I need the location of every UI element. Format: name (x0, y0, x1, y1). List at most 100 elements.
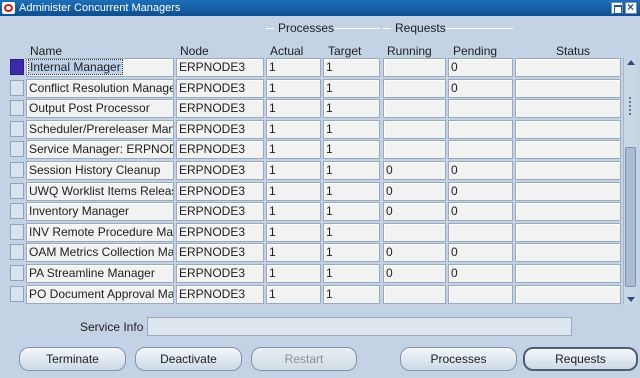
target-cell[interactable]: 1 (323, 78, 380, 98)
node-cell[interactable]: ERPNODE3 (176, 222, 264, 242)
record-selector[interactable] (10, 265, 24, 281)
running-cell[interactable] (383, 222, 446, 242)
actual-cell[interactable]: 1 (266, 222, 321, 242)
actual-cell[interactable]: 1 (266, 264, 321, 283)
record-selector[interactable] (10, 79, 24, 96)
scroll-up-icon[interactable] (627, 60, 635, 65)
status-cell[interactable] (515, 140, 621, 160)
node-cell[interactable]: ERPNODE3 (176, 284, 264, 304)
node-cell[interactable]: ERPNODE3 (176, 202, 264, 222)
record-selector[interactable] (10, 162, 24, 178)
record-selector[interactable] (10, 100, 24, 117)
status-cell[interactable] (515, 243, 621, 263)
name-cell[interactable]: Conflict Resolution Manager (26, 78, 174, 98)
record-selector[interactable] (10, 285, 24, 302)
table-row[interactable]: INV Remote Procedure Mana ERPNODE3 1 1 (0, 222, 621, 242)
name-cell[interactable]: Inventory Manager (26, 202, 174, 222)
name-cell[interactable]: OAM Metrics Collection Man (26, 243, 174, 263)
target-cell[interactable]: 1 (323, 119, 380, 139)
service-info-field[interactable] (147, 317, 572, 336)
running-cell[interactable] (383, 99, 446, 119)
target-cell[interactable]: 1 (323, 264, 380, 283)
name-cell[interactable]: Internal Manager (26, 58, 174, 77)
name-cell[interactable]: PA Streamline Manager (26, 264, 174, 283)
status-cell[interactable] (515, 78, 621, 98)
running-cell[interactable]: 0 (383, 181, 446, 201)
name-cell[interactable]: Service Manager: ERPNODE (26, 140, 174, 160)
running-cell[interactable] (383, 284, 446, 304)
close-icon[interactable] (625, 0, 637, 14)
name-cell[interactable]: Session History Cleanup (26, 161, 174, 180)
actual-cell[interactable]: 1 (266, 161, 321, 180)
pending-cell[interactable] (448, 284, 513, 304)
table-row[interactable]: OAM Metrics Collection Man ERPNODE3 1 1 0 0 (0, 242, 621, 263)
table-row[interactable]: Session History Cleanup ERPNODE3 1 1 0 0 (0, 160, 621, 180)
target-cell[interactable]: 1 (323, 161, 380, 180)
processes-button[interactable]: Processes (400, 347, 517, 371)
name-cell[interactable]: PO Document Approval Mana (26, 284, 174, 304)
running-cell[interactable] (383, 58, 446, 77)
pending-cell[interactable]: 0 (448, 243, 513, 263)
status-cell[interactable] (515, 284, 621, 304)
node-cell[interactable]: ERPNODE3 (176, 58, 264, 77)
table-scrollbar[interactable] (623, 57, 636, 305)
node-cell[interactable]: ERPNODE3 (176, 140, 264, 160)
target-cell[interactable]: 1 (323, 284, 380, 304)
status-cell[interactable] (515, 264, 621, 283)
target-cell[interactable]: 1 (323, 99, 380, 119)
status-cell[interactable] (515, 99, 621, 119)
name-cell[interactable]: Output Post Processor (26, 99, 174, 119)
record-selector[interactable] (10, 120, 24, 137)
running-cell[interactable] (383, 78, 446, 98)
status-cell[interactable] (515, 161, 621, 180)
table-row[interactable]: Inventory Manager ERPNODE3 1 1 0 0 (0, 201, 621, 222)
status-cell[interactable] (515, 181, 621, 201)
actual-cell[interactable]: 1 (266, 284, 321, 304)
node-cell[interactable]: ERPNODE3 (176, 264, 264, 283)
requests-button[interactable]: Requests (523, 347, 638, 371)
running-cell[interactable] (383, 140, 446, 160)
status-cell[interactable] (515, 58, 621, 77)
node-cell[interactable]: ERPNODE3 (176, 181, 264, 201)
record-selector[interactable] (10, 203, 24, 220)
actual-cell[interactable]: 1 (266, 99, 321, 119)
table-row[interactable]: PO Document Approval Mana ERPNODE3 1 1 (0, 284, 621, 304)
target-cell[interactable]: 1 (323, 58, 380, 77)
table-row[interactable]: UWQ Worklist Items Release ERPNODE3 1 1 0 0 (0, 181, 621, 201)
running-cell[interactable]: 0 (383, 243, 446, 263)
pending-cell[interactable]: 0 (448, 181, 513, 201)
node-cell[interactable]: ERPNODE3 (176, 78, 264, 98)
scroll-down-icon[interactable] (627, 297, 635, 302)
node-cell[interactable]: ERPNODE3 (176, 161, 264, 180)
actual-cell[interactable]: 1 (266, 58, 321, 77)
pending-cell[interactable] (448, 140, 513, 160)
actual-cell[interactable]: 1 (266, 78, 321, 98)
target-cell[interactable]: 1 (323, 202, 380, 222)
record-selector[interactable] (10, 223, 24, 240)
status-cell[interactable] (515, 119, 621, 139)
table-row[interactable]: Service Manager: ERPNODE ERPNODE3 1 1 (0, 139, 621, 160)
actual-cell[interactable]: 1 (266, 119, 321, 139)
terminate-button[interactable]: Terminate (19, 347, 126, 371)
pending-cell[interactable]: 0 (448, 202, 513, 222)
table-row[interactable]: Internal Manager ERPNODE3 1 1 0 (0, 57, 621, 77)
target-cell[interactable]: 1 (323, 222, 380, 242)
node-cell[interactable]: ERPNODE3 (176, 99, 264, 119)
running-cell[interactable] (383, 119, 446, 139)
actual-cell[interactable]: 1 (266, 140, 321, 160)
actual-cell[interactable]: 1 (266, 243, 321, 263)
status-cell[interactable] (515, 202, 621, 222)
table-row[interactable]: Conflict Resolution Manager ERPNODE3 1 1 0 (0, 78, 621, 98)
node-cell[interactable]: ERPNODE3 (176, 243, 264, 263)
actual-cell[interactable]: 1 (266, 202, 321, 222)
node-cell[interactable]: ERPNODE3 (176, 119, 264, 139)
record-selector[interactable] (10, 141, 24, 158)
pending-cell[interactable]: 0 (448, 78, 513, 98)
status-cell[interactable] (515, 222, 621, 242)
maximize-icon[interactable] (611, 2, 623, 14)
record-selector[interactable] (10, 244, 24, 261)
pending-cell[interactable] (448, 222, 513, 242)
running-cell[interactable]: 0 (383, 264, 446, 283)
name-cell[interactable]: Scheduler/Prereleaser Manag (26, 119, 174, 139)
table-row[interactable]: Output Post Processor ERPNODE3 1 1 (0, 98, 621, 119)
